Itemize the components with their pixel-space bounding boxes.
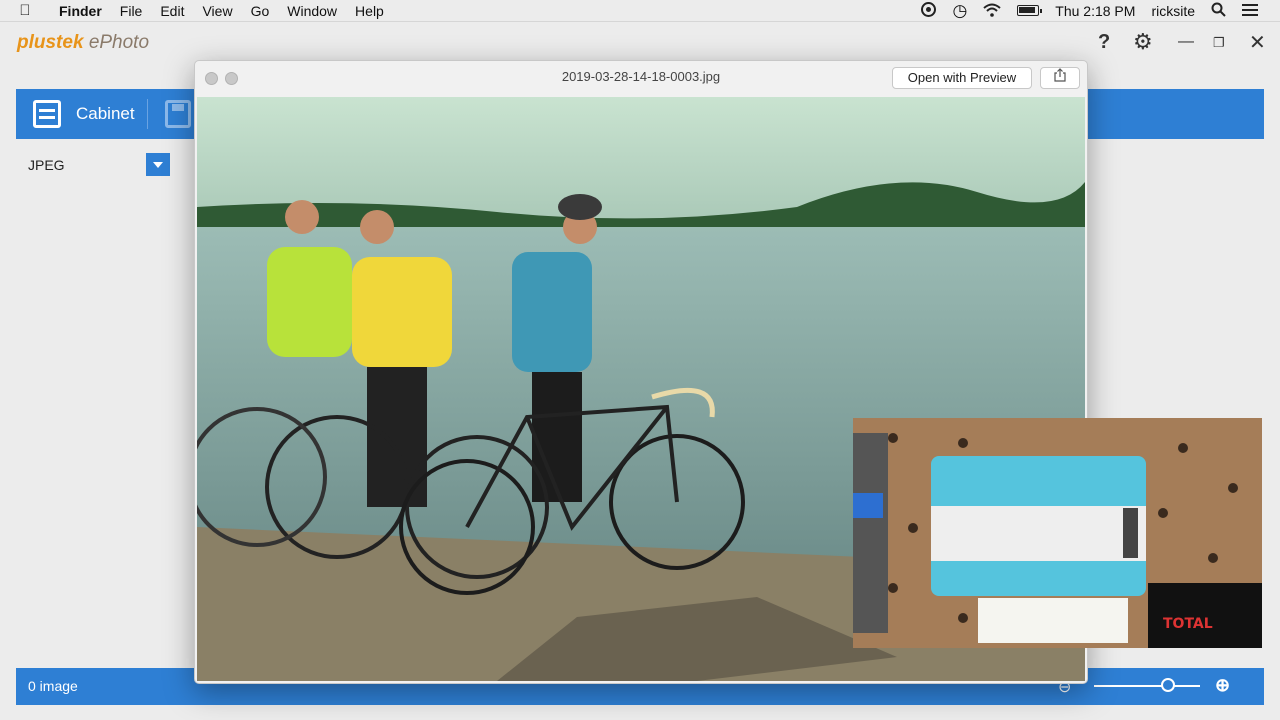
cabinet-icon[interactable] xyxy=(33,100,61,128)
svg-text:TOTAL: TOTAL xyxy=(1163,616,1213,632)
time-machine-icon[interactable]: ◷ xyxy=(944,1,975,21)
zoom-slider-knob[interactable] xyxy=(1161,678,1176,692)
menu-edit[interactable]: Edit xyxy=(151,3,193,19)
format-dropdown-button[interactable] xyxy=(146,153,170,176)
menu-go[interactable]: Go xyxy=(242,3,279,19)
menu-finder[interactable]: Finder xyxy=(50,3,111,19)
close-icon[interactable]: ✕ xyxy=(1249,30,1266,55)
open-with-preview-button[interactable]: Open with Preview xyxy=(892,67,1032,89)
menu-window[interactable]: Window xyxy=(278,3,346,19)
image-count: 0 image xyxy=(28,678,78,694)
menu-bar:  Finder File Edit View Go Window Help ◷… xyxy=(0,0,1280,22)
notification-center-icon[interactable] xyxy=(1234,3,1280,19)
zoom-in-icon[interactable]: ⊕ xyxy=(1215,675,1230,696)
menu-file[interactable]: File xyxy=(111,3,152,19)
spotlight-search-icon[interactable] xyxy=(1203,2,1234,20)
menu-view[interactable]: View xyxy=(193,3,241,19)
apple-menu-icon[interactable]:  xyxy=(0,2,50,19)
save-icon[interactable] xyxy=(165,100,191,128)
format-select-value[interactable]: JPEG xyxy=(28,157,65,173)
battery-icon[interactable] xyxy=(1009,3,1047,19)
record-icon[interactable] xyxy=(913,2,944,20)
menubar-user[interactable]: ricksite xyxy=(1143,3,1203,19)
menubar-clock[interactable]: Thu 2:18 PM xyxy=(1047,3,1143,19)
restore-icon[interactable]: ❐ xyxy=(1213,35,1225,51)
cabinet-button[interactable]: Cabinet xyxy=(76,104,135,124)
wifi-icon[interactable] xyxy=(975,3,1009,20)
zoom-slider[interactable] xyxy=(1094,685,1200,687)
menu-help[interactable]: Help xyxy=(346,3,393,19)
app-logo: plustek ePhoto xyxy=(17,32,150,53)
help-icon[interactable]: ? xyxy=(1098,31,1110,54)
share-icon[interactable] xyxy=(1040,67,1080,89)
gear-icon[interactable]: ⚙ xyxy=(1133,29,1153,55)
minimize-icon[interactable]: — xyxy=(1178,33,1194,51)
webcam-inset-video: TOTAL xyxy=(853,418,1262,648)
toolbar-divider xyxy=(147,99,148,129)
